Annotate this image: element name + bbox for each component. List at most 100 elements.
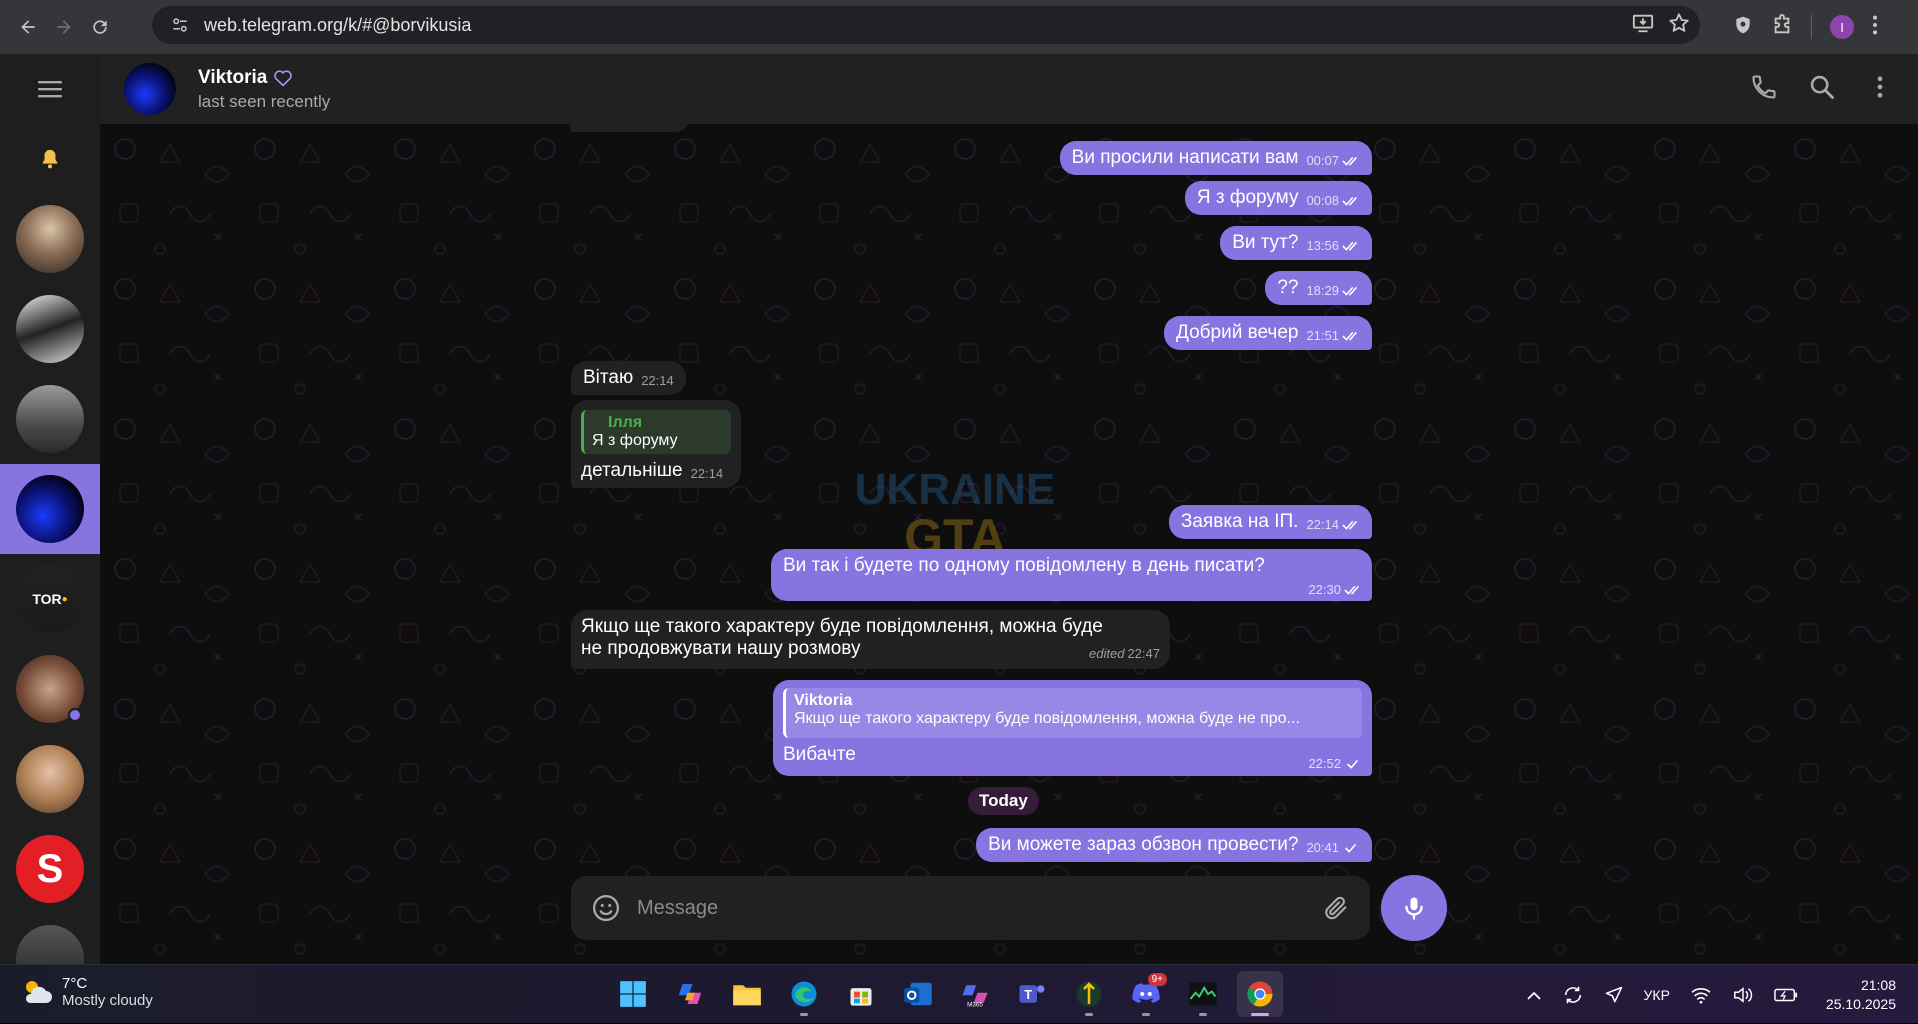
message-bubble-outgoing[interactable]: Ви можете зараз обзвон провести? 20:41 [976, 828, 1372, 862]
message-text: Добрий вечер [1176, 322, 1299, 343]
bookmark-star-icon[interactable] [1668, 12, 1690, 39]
chat-item[interactable]: S [0, 824, 100, 914]
file-explorer-app[interactable] [724, 971, 770, 1017]
search-button[interactable] [1808, 73, 1836, 106]
weather-widget[interactable]: 7°C Mostly cloudy [20, 975, 153, 1009]
profile-avatar[interactable]: I [1830, 15, 1854, 39]
message-text: детальніше [581, 460, 683, 481]
message-bubble-outgoing-reply[interactable]: Viktoria Якщо ще такого характеру буде п… [773, 680, 1372, 776]
sync-tray-icon[interactable] [1562, 984, 1584, 1006]
extensions-puzzle-icon[interactable] [1771, 13, 1793, 41]
message-bubble-outgoing[interactable]: Ви так і будете по одному повідомлену в … [771, 549, 1372, 601]
teams-app[interactable]: T [1009, 971, 1055, 1017]
more-options-button[interactable] [1866, 73, 1894, 106]
app-icon [1076, 981, 1102, 1007]
discord-app[interactable]: 9+ [1123, 971, 1169, 1017]
microsoft365-app[interactable]: M365 [952, 971, 998, 1017]
message-time: 13:56 [1306, 238, 1339, 253]
store-icon [850, 988, 872, 1006]
avatar [16, 475, 84, 543]
message-bubble-outgoing[interactable]: Заявка на ІП. 22:14 [1168, 505, 1372, 539]
chat-item[interactable] [0, 374, 100, 464]
system-tray: УКР 21:08 25.10.2025 [1516, 965, 1918, 1024]
edge-app[interactable] [781, 971, 827, 1017]
chat-item-active[interactable] [0, 464, 100, 554]
message-text: Вітаю [583, 367, 634, 388]
address-bar[interactable]: web.telegram.org/k/#@borvikusia [152, 6, 1700, 44]
message-bubble-outgoing[interactable]: Я з форуму 00:08 [1184, 181, 1372, 215]
double-check-icon [1342, 520, 1358, 530]
volume-tray-icon[interactable] [1732, 985, 1754, 1005]
system-clock[interactable]: 21:08 25.10.2025 [1826, 976, 1896, 1014]
header-avatar[interactable] [124, 63, 176, 115]
windows-taskbar: 7°C Mostly cloudy M365 T 9+ УКР 21:08 25… [0, 964, 1918, 1023]
bell-icon [42, 149, 58, 169]
language-indicator[interactable]: УКР [1644, 987, 1670, 1003]
battery-tray-icon[interactable] [1774, 987, 1798, 1003]
chat-item[interactable] [0, 734, 100, 824]
call-button[interactable] [1750, 73, 1778, 106]
reply-quote[interactable]: Ілля Я з форуму [581, 410, 731, 454]
more-vertical-icon[interactable] [1872, 14, 1878, 41]
store-app[interactable] [838, 971, 884, 1017]
outlook-app[interactable] [895, 971, 941, 1017]
message-time: 22:14 [641, 373, 674, 388]
weather-condition: Mostly cloudy [62, 992, 153, 1009]
message-text: ?? [1277, 277, 1299, 298]
location-tray-icon[interactable] [1604, 985, 1624, 1005]
message-bubble-incoming[interactable]: Якщо ще такого характеру буде повідомлен… [571, 610, 1170, 669]
install-app-icon[interactable] [1632, 12, 1654, 39]
svg-text:M365: M365 [967, 1002, 983, 1009]
chat-peer-info[interactable]: Viktoria last seen recently [198, 67, 330, 112]
monitor-app[interactable] [1180, 971, 1226, 1017]
chat-item[interactable]: TOR ● [0, 554, 100, 644]
copilot-app[interactable] [667, 971, 713, 1017]
running-indicator [1085, 1013, 1093, 1016]
message-bubble-outgoing[interactable]: Добрий вечер 21:51 [1164, 316, 1372, 350]
wifi-icon [1691, 987, 1711, 1004]
message-input[interactable] [637, 896, 1322, 920]
chrome-app[interactable] [1237, 971, 1283, 1017]
show-hidden-icons-button[interactable] [1526, 989, 1542, 1001]
pinned-app[interactable] [1066, 971, 1112, 1017]
notifications-button[interactable] [0, 124, 100, 194]
attach-button[interactable] [1322, 894, 1350, 922]
chat-item[interactable] [0, 194, 100, 284]
outlook-icon [904, 982, 932, 1006]
hamburger-menu-button[interactable] [0, 54, 100, 124]
message-bubble-outgoing[interactable]: Ви просили написати вам 00:07 [1059, 141, 1372, 175]
url-text: web.telegram.org/k/#@borvikusia [204, 14, 472, 35]
wifi-tray-icon[interactable] [1690, 986, 1712, 1004]
reload-button[interactable] [82, 9, 118, 45]
chat-messages-area[interactable]: UKRAINE GTA Ви просили написати вам 00:07… [100, 124, 1918, 964]
chat-peer-status: last seen recently [198, 91, 331, 111]
search-icon [1810, 75, 1834, 99]
edge-icon [791, 981, 817, 1007]
message-bubble-incoming[interactable]: Вітаю 22:14 [571, 361, 686, 395]
forward-button[interactable] [46, 9, 82, 45]
weather-temperature: 7°C [62, 975, 88, 992]
emoji-button[interactable] [591, 893, 621, 923]
running-indicator [1199, 1013, 1207, 1016]
chat-item[interactable] [0, 644, 100, 734]
message-bubble-incoming-clipped[interactable] [570, 124, 690, 132]
folder-icon [733, 985, 761, 1006]
site-settings-icon[interactable] [162, 16, 198, 34]
reply-quote[interactable]: Viktoria Якщо ще такого характеру буде п… [783, 688, 1362, 738]
arrow-right-icon [57, 20, 71, 34]
message-bubble-outgoing[interactable]: ?? 18:29 [1265, 271, 1372, 305]
paperclip-icon [1325, 896, 1347, 920]
message-time: 18:29 [1306, 283, 1339, 298]
start-button[interactable] [610, 971, 656, 1017]
shield-extension-icon[interactable] [1733, 14, 1753, 41]
chat-item[interactable] [0, 914, 100, 964]
message-text-line1: Якщо ще такого характеру буде повідомлен… [581, 616, 1103, 637]
back-button[interactable] [10, 9, 46, 45]
voice-record-button[interactable] [1381, 875, 1447, 941]
message-bubble-outgoing[interactable]: Ви тут? 13:56 [1220, 226, 1372, 260]
chat-item[interactable] [0, 284, 100, 374]
day-separator: Today [968, 787, 1039, 815]
message-time: 22:14 [1306, 517, 1339, 532]
message-bubble-incoming-reply[interactable]: Ілля Я з форуму детальніше 22:14 [571, 400, 741, 488]
m365-icon: M365 [962, 985, 988, 1009]
